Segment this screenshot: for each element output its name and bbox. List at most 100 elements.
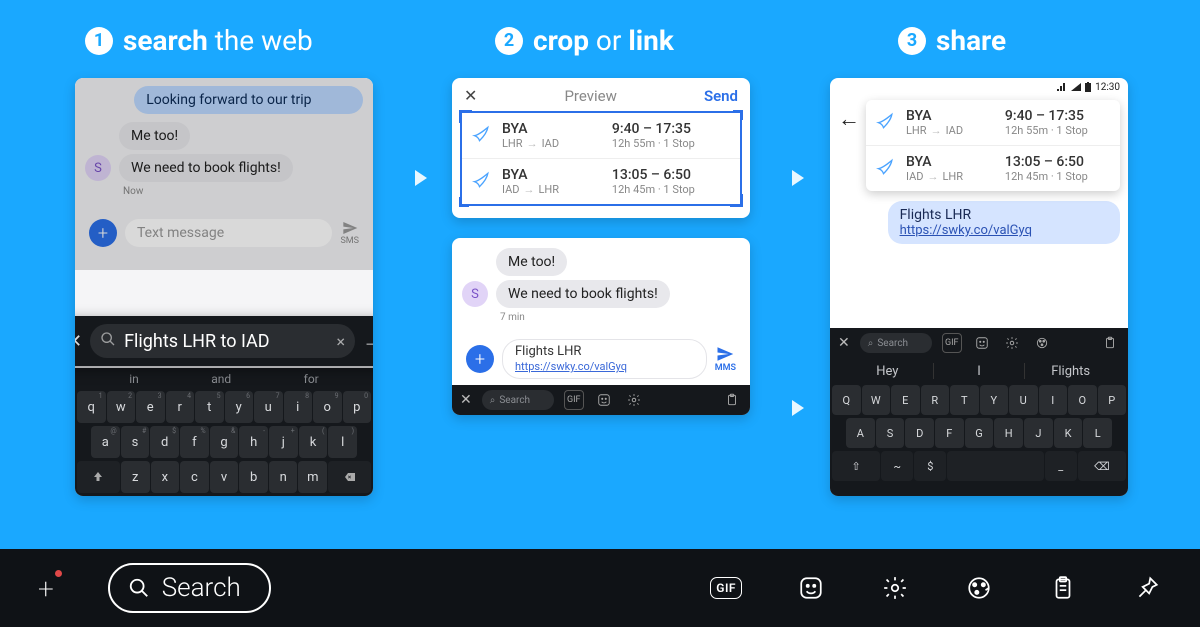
key[interactable]: A — [846, 418, 875, 448]
key[interactable]: v — [210, 461, 239, 493]
close-icon[interactable]: ✕ — [838, 335, 850, 351]
key[interactable]: g& — [210, 426, 239, 458]
gear-icon[interactable] — [880, 573, 910, 603]
gear-icon[interactable] — [1002, 333, 1022, 353]
key[interactable]: G — [965, 418, 994, 448]
search-pill[interactable]: Search — [108, 563, 271, 613]
key[interactable]: l) — [328, 426, 357, 458]
key[interactable]: j+ — [269, 426, 298, 458]
link-url: https://swky.co/valGyq — [515, 360, 694, 374]
key[interactable]: L — [1083, 418, 1112, 448]
key[interactable]: x — [151, 461, 180, 493]
key[interactable]: a@ — [91, 426, 120, 458]
key[interactable]: o9 — [313, 391, 342, 423]
key[interactable]: z — [121, 461, 150, 493]
clipboard-icon[interactable] — [1048, 573, 1078, 603]
flight-row: BYALHR → IAD9:40 – 17:3512h 55m · 1 Stop — [866, 100, 1120, 145]
gear-icon[interactable] — [624, 390, 644, 410]
attach-button[interactable]: + — [466, 345, 494, 373]
key[interactable]: w2 — [107, 391, 136, 423]
theme-icon[interactable] — [964, 573, 994, 603]
key[interactable]: Y — [980, 385, 1009, 415]
suggestion[interactable]: for — [304, 372, 319, 386]
send-mms-button[interactable]: MMS — [715, 345, 736, 373]
theme-icon[interactable] — [1032, 333, 1052, 353]
compose-input[interactable]: Text message — [125, 219, 332, 247]
key[interactable]: p0 — [343, 391, 372, 423]
key[interactable]: P — [1098, 385, 1127, 415]
key[interactable]: h- — [239, 426, 268, 458]
key[interactable]: I — [1039, 385, 1068, 415]
key[interactable]: E — [891, 385, 920, 415]
key[interactable]: F — [935, 418, 964, 448]
key[interactable]: W — [862, 385, 891, 415]
sticker-icon[interactable] — [796, 573, 826, 603]
gif-icon[interactable]: GIF — [564, 390, 584, 410]
gif-icon[interactable]: GIF — [942, 333, 962, 353]
step-title: search the web — [123, 24, 313, 57]
key[interactable]: S — [876, 418, 905, 448]
space-key[interactable] — [947, 451, 1043, 481]
search-label: Search — [162, 573, 241, 603]
suggestion[interactable]: in — [129, 372, 139, 386]
suggestion[interactable]: and — [211, 372, 231, 386]
backspace-key[interactable] — [328, 461, 371, 493]
key[interactable]: y6 — [225, 391, 254, 423]
shift-key[interactable] — [77, 461, 120, 493]
send-sms-button[interactable]: SMS — [340, 220, 359, 246]
send-button[interactable]: Send — [704, 87, 738, 105]
key[interactable]: U — [1009, 385, 1038, 415]
search-query-text: Flights LHR to IAD — [124, 331, 270, 352]
suggestion[interactable]: Flights — [1025, 364, 1116, 379]
compose-input[interactable]: Flights LHR https://swky.co/valGyq — [502, 339, 707, 379]
clipboard-icon[interactable] — [722, 390, 742, 410]
gif-icon[interactable]: GIF — [710, 577, 742, 599]
backspace-key[interactable]: ⌫ — [1078, 451, 1126, 481]
key[interactable]: T — [950, 385, 979, 415]
clear-icon[interactable]: × — [336, 332, 345, 351]
sticker-icon[interactable] — [594, 390, 614, 410]
close-icon[interactable]: ✕ — [460, 392, 472, 408]
key[interactable]: f% — [180, 426, 209, 458]
key[interactable]: H — [994, 418, 1023, 448]
key[interactable]: r4 — [166, 391, 195, 423]
key[interactable]: c — [180, 461, 209, 493]
toolbar-search[interactable]: ⌕Search — [482, 390, 554, 410]
key[interactable]: D — [905, 418, 934, 448]
attach-button[interactable]: + — [89, 219, 117, 247]
keyboard-toolbar: ✕ ⌕Search GIF — [452, 385, 750, 415]
search-input[interactable]: Flights LHR to IAD × — [90, 324, 355, 358]
pin-icon[interactable] — [1132, 573, 1162, 603]
submit-search-button[interactable]: → — [363, 331, 373, 352]
clipboard-icon[interactable] — [1100, 333, 1120, 353]
plus-button[interactable]: + — [38, 572, 54, 605]
suggestion[interactable]: Hey — [842, 364, 933, 379]
key[interactable]: b — [239, 461, 268, 493]
key[interactable]: n — [269, 461, 298, 493]
sticker-icon[interactable] — [972, 333, 992, 353]
toolbar-search[interactable]: ⌕Search — [860, 333, 932, 353]
key[interactable]: q1 — [77, 391, 106, 423]
key[interactable]: u7 — [254, 391, 283, 423]
key[interactable]: R — [921, 385, 950, 415]
close-icon[interactable]: ✕ — [464, 86, 477, 105]
key[interactable]: k( — [299, 426, 328, 458]
key[interactable]: m — [298, 461, 327, 493]
key[interactable]: J — [1024, 418, 1053, 448]
key[interactable]: i8 — [284, 391, 313, 423]
keyboard-toolbar: ✕ ⌕Search GIF — [830, 328, 1128, 358]
key[interactable]: O — [1068, 385, 1097, 415]
key[interactable]: d$ — [150, 426, 179, 458]
key[interactable]: s# — [121, 426, 150, 458]
step-badge: 1 — [85, 27, 113, 55]
shift-key[interactable]: ⇧ — [832, 451, 880, 481]
key[interactable]: K — [1054, 418, 1083, 448]
flow-arrow-icon — [415, 170, 427, 186]
key[interactable]: t5 — [195, 391, 224, 423]
back-button[interactable]: ← — [838, 100, 860, 132]
crop-frame[interactable]: BYALHR → IAD9:40 – 17:3512h 55m · 1 Stop… — [460, 111, 742, 206]
key[interactable]: e3 — [136, 391, 165, 423]
close-icon[interactable]: ✕ — [75, 331, 82, 352]
suggestion[interactable]: I — [934, 364, 1025, 379]
key[interactable]: Q — [832, 385, 861, 415]
